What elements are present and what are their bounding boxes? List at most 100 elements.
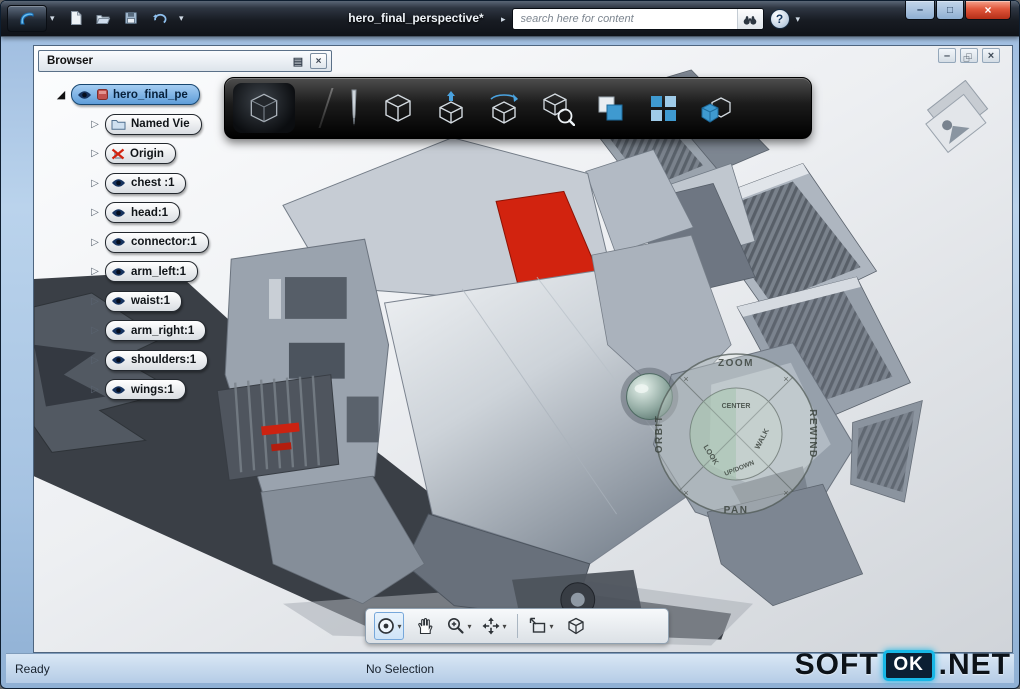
assemble-cubes-icon: [701, 97, 731, 123]
expander-open-icon[interactable]: ◢: [54, 88, 68, 101]
titlebar: ▾ ▾ hero_final_perspective* ▸ search her…: [1, 1, 1019, 37]
search-split-chevron-icon[interactable]: ▸: [501, 14, 506, 25]
tree-node[interactable]: chest :1: [105, 172, 187, 194]
expander-icon[interactable]: ▷: [88, 384, 102, 395]
tree-node[interactable]: Named Vie: [105, 113, 202, 135]
close-button[interactable]: ×: [965, 1, 1011, 20]
steering-wheel[interactable]: ZOOM REWIND PAN ORBIT CENTER WALK LOOK U…: [646, 344, 826, 524]
tree-node[interactable]: arm_right:1: [105, 320, 207, 342]
doc-close-button[interactable]: ×: [982, 48, 1000, 63]
tree-label: Named Vie: [131, 118, 190, 131]
wheel-close-icon[interactable]: ×: [783, 488, 788, 498]
undo-button[interactable]: [149, 8, 169, 28]
revolve-button[interactable]: [484, 86, 524, 130]
wheel-rewind-label: REWIND: [807, 409, 818, 459]
expander-icon[interactable]: ▷: [88, 266, 102, 277]
tree-node[interactable]: waist:1: [105, 290, 182, 312]
new-file-button[interactable]: [65, 8, 85, 28]
minimize-button[interactable]: –: [905, 1, 935, 20]
search-input[interactable]: [512, 9, 737, 29]
eye-icon[interactable]: [111, 208, 126, 218]
wheel-zoom-label: ZOOM: [718, 358, 754, 369]
tree-node[interactable]: shoulders:1: [105, 349, 209, 371]
navigation-toolbar: ▾ ▾ ▾ ▾: [365, 608, 669, 644]
steering-wheel-button[interactable]: ▾: [374, 612, 404, 640]
eye-icon[interactable]: [111, 296, 126, 306]
viewcube[interactable]: [912, 79, 1002, 165]
tree-label: connector:1: [131, 236, 197, 249]
help-dropdown-chevron-icon[interactable]: ▾: [796, 14, 801, 25]
tree-node[interactable]: wings:1: [105, 379, 186, 401]
tree-row-root[interactable]: ◢ hero_final_pe: [44, 80, 209, 110]
pattern-button[interactable]: [643, 86, 683, 130]
pan-button[interactable]: [409, 612, 439, 640]
eye-icon[interactable]: [111, 178, 126, 188]
tree-node[interactable]: connector:1: [105, 231, 209, 253]
primitive-box-button[interactable]: [378, 86, 418, 130]
extrude-button[interactable]: [431, 86, 471, 130]
expander-icon[interactable]: ▷: [88, 296, 102, 307]
qat-dropdown-chevron-icon[interactable]: ▾: [179, 13, 184, 24]
view-cube-button[interactable]: [561, 612, 591, 640]
inspect-button[interactable]: [537, 86, 577, 130]
eye-icon[interactable]: [111, 326, 126, 336]
doc-minimize-button[interactable]: –: [938, 48, 956, 63]
tree-node[interactable]: Origin: [105, 143, 176, 165]
tree-row[interactable]: ▷ arm_left:1: [44, 257, 209, 287]
pen-tool-button[interactable]: [343, 86, 365, 130]
app-menu-chevron-icon[interactable]: ▾: [50, 13, 55, 24]
tree-node-root[interactable]: hero_final_pe: [71, 84, 200, 106]
quick-access-toolbar: ▾: [65, 8, 184, 28]
search-binoculars-button[interactable]: [736, 9, 763, 29]
tree-row[interactable]: ▷ Named Vie: [44, 110, 209, 140]
status-selection: No Selection: [366, 661, 435, 676]
tree-row[interactable]: ▷ connector:1: [44, 228, 209, 258]
tree-row[interactable]: ▷ wings:1: [44, 375, 209, 405]
expander-icon[interactable]: ▷: [88, 237, 102, 248]
maximize-button[interactable]: □: [936, 1, 964, 20]
wheel-pan-label: PAN: [724, 505, 749, 516]
cube-icon: [568, 617, 584, 635]
look-at-button[interactable]: ▾: [526, 612, 556, 640]
tree-label: wings:1: [131, 383, 174, 396]
orbit-dropdown-chevron-icon: ▾: [502, 621, 507, 631]
status-ready: Ready: [15, 661, 50, 676]
tree-row[interactable]: ▷ arm_right:1: [44, 316, 209, 346]
assemble-button[interactable]: [696, 86, 736, 130]
eye-icon[interactable]: [77, 90, 92, 100]
wheel-center-label: CENTER: [722, 403, 751, 410]
tree-row[interactable]: ▷ waist:1: [44, 287, 209, 317]
expander-icon[interactable]: ▷: [88, 325, 102, 336]
tree-node[interactable]: head:1: [105, 202, 181, 224]
orbit-button[interactable]: ▾: [479, 612, 509, 640]
expander-icon[interactable]: ▷: [88, 355, 102, 366]
tree-row[interactable]: ▷ shoulders:1: [44, 346, 209, 376]
expander-icon[interactable]: ▷: [88, 119, 102, 130]
open-file-button[interactable]: [93, 8, 113, 28]
browser-header: Browser ▤ ×: [38, 50, 332, 72]
fusion-menu-button[interactable]: [233, 83, 295, 133]
doc-restore-button[interactable]: □: [960, 48, 978, 63]
tree-row[interactable]: ▷ head:1: [44, 198, 209, 228]
zoom-button[interactable]: ▾: [444, 612, 474, 640]
expander-icon[interactable]: ▷: [88, 148, 102, 159]
wheel-x-mark: ×: [783, 374, 788, 384]
help-button[interactable]: ?: [769, 9, 790, 29]
browser-menu-icon[interactable]: ▤: [290, 53, 306, 69]
copy-object-button[interactable]: [590, 86, 630, 130]
expander-icon[interactable]: ▷: [88, 178, 102, 189]
browser-close-icon[interactable]: ×: [310, 53, 327, 69]
expander-icon[interactable]: ▷: [88, 207, 102, 218]
app-menu-button[interactable]: [7, 5, 47, 32]
undo-icon: [153, 13, 167, 23]
eye-icon[interactable]: [111, 355, 126, 365]
eye-icon[interactable]: [111, 385, 126, 395]
wheel-x-mark: ×: [683, 488, 688, 498]
tree-row[interactable]: ▷ chest :1: [44, 169, 209, 199]
tree-row[interactable]: ▷ Origin: [44, 139, 209, 169]
save-button[interactable]: [121, 8, 141, 28]
eye-icon[interactable]: [111, 237, 126, 247]
eye-icon[interactable]: [111, 267, 126, 277]
tree-node[interactable]: arm_left:1: [105, 261, 198, 283]
tree-label: shoulders:1: [131, 354, 197, 367]
